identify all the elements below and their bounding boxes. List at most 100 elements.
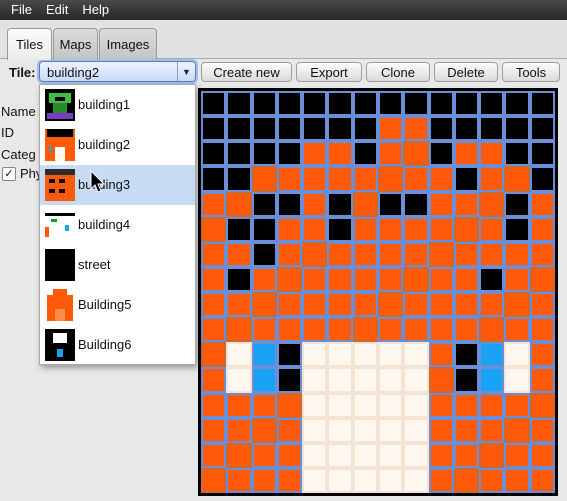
pixel-cell[interactable] xyxy=(453,467,480,493)
pixel-cell[interactable] xyxy=(201,266,227,292)
pixel-cell[interactable] xyxy=(276,241,303,267)
dropdown-option-building1[interactable]: building1 xyxy=(40,85,195,125)
pixel-cell[interactable] xyxy=(428,392,454,418)
pixel-cell[interactable] xyxy=(403,91,429,117)
pixel-cell[interactable] xyxy=(479,166,505,192)
pixel-cell[interactable] xyxy=(352,116,378,142)
pixel-cell[interactable] xyxy=(453,216,480,242)
pixel-cell[interactable] xyxy=(302,216,328,242)
pixel-cell[interactable] xyxy=(251,216,277,242)
pixel-cell[interactable] xyxy=(226,467,252,493)
pixel-cell[interactable] xyxy=(226,317,252,343)
menu-help[interactable]: Help xyxy=(75,0,116,20)
pixel-cell[interactable] xyxy=(479,241,505,267)
dropdown-option-building6[interactable]: Building6 xyxy=(40,325,195,365)
pixel-cell[interactable] xyxy=(403,442,429,468)
pixel-cell[interactable] xyxy=(276,216,303,242)
pixel-cell[interactable] xyxy=(453,317,480,343)
pixel-cell[interactable] xyxy=(479,467,505,493)
pixel-cell[interactable] xyxy=(529,91,555,117)
pixel-cell[interactable] xyxy=(403,241,429,267)
pixel-cell[interactable] xyxy=(428,166,454,192)
pixel-cell[interactable] xyxy=(226,442,252,468)
pixel-cell[interactable] xyxy=(302,91,328,117)
pixel-cell[interactable] xyxy=(276,166,303,192)
pixel-cell[interactable] xyxy=(276,417,303,443)
pixel-cell[interactable] xyxy=(201,342,227,368)
pixel-cell[interactable] xyxy=(529,442,555,468)
create-new-button[interactable]: Create new xyxy=(201,62,292,82)
pixel-cell[interactable] xyxy=(327,166,353,192)
pixel-cell[interactable] xyxy=(403,417,429,443)
pixel-cell[interactable] xyxy=(302,392,328,418)
pixel-cell[interactable] xyxy=(504,241,530,267)
pixel-cell[interactable] xyxy=(352,141,378,167)
pixel-cell[interactable] xyxy=(479,342,505,368)
pixel-cell[interactable] xyxy=(428,266,454,292)
pixel-cell[interactable] xyxy=(352,317,378,343)
pixel-cell[interactable] xyxy=(504,91,530,117)
pixel-cell[interactable] xyxy=(201,141,227,167)
pixel-cell[interactable] xyxy=(504,292,530,318)
pixel-cell[interactable] xyxy=(428,116,454,142)
pixel-cell[interactable] xyxy=(302,166,328,192)
pixel-cell[interactable] xyxy=(276,141,303,167)
pixel-cell[interactable] xyxy=(453,292,480,318)
pixel-cell[interactable] xyxy=(378,166,404,192)
pixel-cell[interactable] xyxy=(504,116,530,142)
pixel-cell[interactable] xyxy=(302,342,328,368)
pixel-cell[interactable] xyxy=(327,191,353,217)
pixel-cell[interactable] xyxy=(302,417,328,443)
pixel-cell[interactable] xyxy=(327,392,353,418)
pixel-cell[interactable] xyxy=(302,442,328,468)
pixel-cell[interactable] xyxy=(378,241,404,267)
pixel-cell[interactable] xyxy=(226,216,252,242)
pixel-cell[interactable] xyxy=(428,141,454,167)
pixel-cell[interactable] xyxy=(403,191,429,217)
delete-button[interactable]: Delete xyxy=(434,62,498,82)
pixel-cell[interactable] xyxy=(403,166,429,192)
pixel-cell[interactable] xyxy=(327,317,353,343)
pixel-cell[interactable] xyxy=(504,367,530,393)
pixel-cell[interactable] xyxy=(276,442,303,468)
pixel-cell[interactable] xyxy=(201,367,227,393)
pixel-cell[interactable] xyxy=(504,191,530,217)
clone-button[interactable]: Clone xyxy=(366,62,430,82)
pixel-cell[interactable] xyxy=(226,266,252,292)
pixel-cell[interactable] xyxy=(201,91,227,117)
pixel-cell[interactable] xyxy=(453,166,480,192)
pixel-cell[interactable] xyxy=(302,241,328,267)
pixel-cell[interactable] xyxy=(403,116,429,142)
pixel-cell[interactable] xyxy=(428,91,454,117)
pixel-cell[interactable] xyxy=(529,116,555,142)
pixel-cell[interactable] xyxy=(504,342,530,368)
pixel-cell[interactable] xyxy=(529,367,555,393)
pixel-cell[interactable] xyxy=(201,116,227,142)
pixel-cell[interactable] xyxy=(302,191,328,217)
pixel-cell[interactable] xyxy=(352,392,378,418)
pixel-cell[interactable] xyxy=(453,91,480,117)
pixel-cell[interactable] xyxy=(276,116,303,142)
pixel-cell[interactable] xyxy=(327,342,353,368)
pixel-cell[interactable] xyxy=(226,342,252,368)
chevron-down-icon[interactable]: ▼ xyxy=(177,62,195,81)
pixel-cell[interactable] xyxy=(479,116,505,142)
pixel-cell[interactable] xyxy=(378,292,404,318)
pixel-cell[interactable] xyxy=(529,141,555,167)
pixel-cell[interactable] xyxy=(352,241,378,267)
pixel-cell[interactable] xyxy=(276,367,303,393)
pixel-cell[interactable] xyxy=(302,467,328,493)
tab-tiles[interactable]: Tiles xyxy=(7,28,52,60)
pixel-cell[interactable] xyxy=(479,191,505,217)
pixel-cell[interactable] xyxy=(201,392,227,418)
pixel-cell[interactable] xyxy=(428,241,454,267)
pixel-cell[interactable] xyxy=(352,417,378,443)
pixel-cell[interactable] xyxy=(352,91,378,117)
pixel-cell[interactable] xyxy=(276,292,303,318)
pixel-cell[interactable] xyxy=(251,191,277,217)
pixel-cell[interactable] xyxy=(226,91,252,117)
pixel-cell[interactable] xyxy=(378,392,404,418)
pixel-cell[interactable] xyxy=(327,292,353,318)
pixel-cell[interactable] xyxy=(403,141,429,167)
pixel-cell[interactable] xyxy=(529,166,555,192)
